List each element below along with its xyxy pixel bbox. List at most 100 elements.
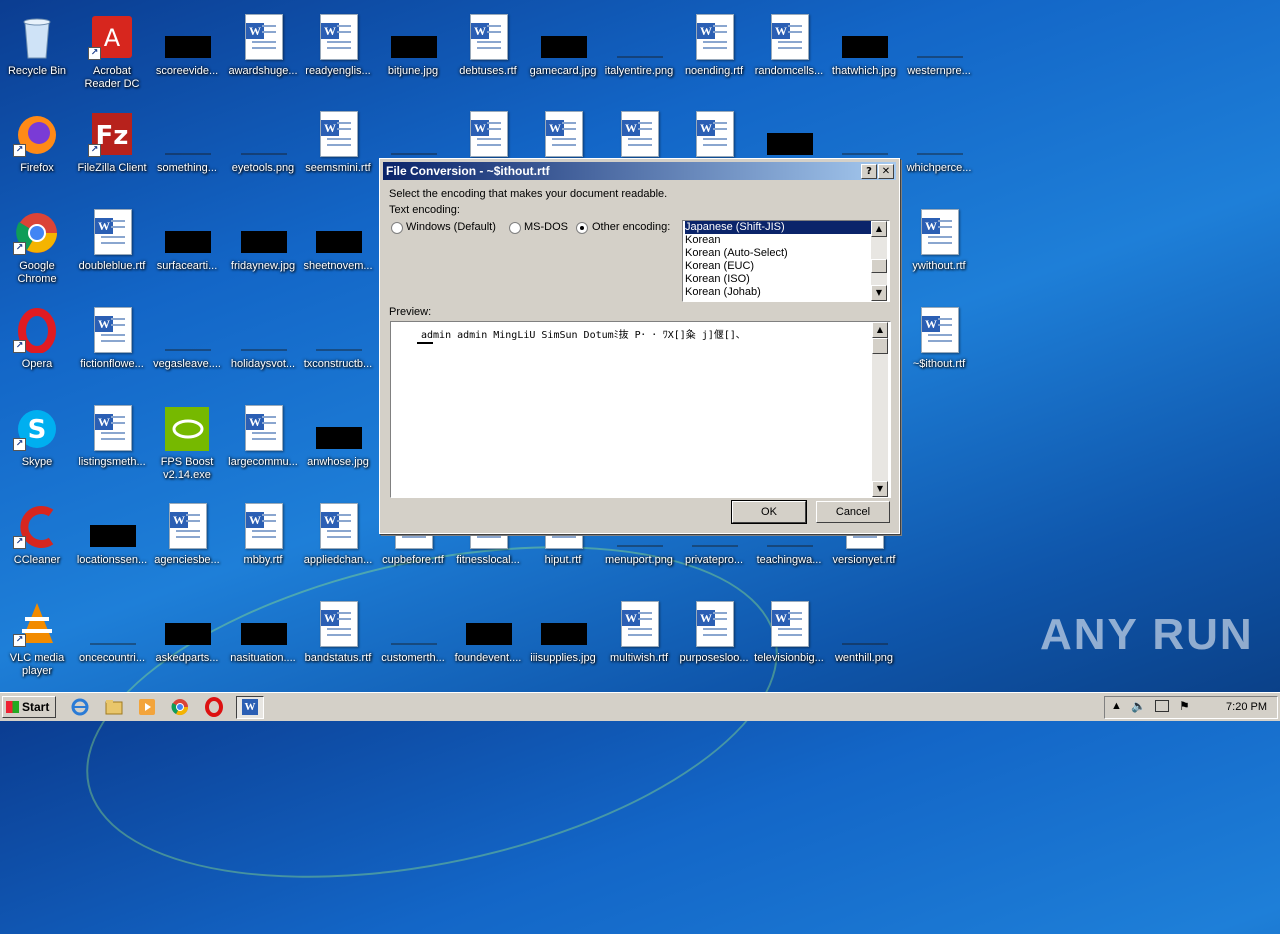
scroll-thumb[interactable] <box>871 259 887 273</box>
desktop-icon[interactable]: Wrandomcells... <box>752 8 826 104</box>
encoding-option[interactable]: Korean (Auto-Select) <box>685 247 871 260</box>
desktop-icon-label: Google Chrome <box>17 260 57 285</box>
desktop-icon[interactable]: sheetnovem... <box>301 203 375 299</box>
encoding-scrollbar[interactable]: ▲ ▼ <box>871 221 887 301</box>
desktop-icon[interactable]: vegasleave.... <box>150 301 224 397</box>
scroll-up-icon[interactable]: ▲ <box>871 221 887 237</box>
desktop-icon[interactable]: nasituation.... <box>226 595 300 691</box>
desktop-icon[interactable]: surfacearti... <box>150 203 224 299</box>
scroll-down-icon[interactable]: ▼ <box>872 481 888 497</box>
desktop-icon[interactable]: thatwhich.jpg <box>827 8 901 104</box>
dialog-titlebar[interactable]: File Conversion - ~$ithout.rtf ? ✕ <box>383 162 896 180</box>
scroll-up-icon[interactable]: ▲ <box>872 322 888 338</box>
desktop-icon[interactable]: A ↗ Acrobat Reader DC <box>75 8 149 104</box>
desktop-icon[interactable]: something... <box>150 105 224 201</box>
desktop-icon[interactable]: Wdoubleblue.rtf <box>75 203 149 299</box>
ok-button[interactable]: OK <box>731 500 807 524</box>
encoding-option[interactable]: Korean <box>685 234 871 247</box>
desktop-icon[interactable]: Wlistingsmeth... <box>75 399 149 495</box>
desktop-icon[interactable]: Wawardshuge... <box>226 8 300 104</box>
desktop-icon-label: privatepro... <box>684 554 744 566</box>
desktop-icon[interactable]: italyentire.png <box>602 8 676 104</box>
desktop-icon[interactable]: gamecard.jpg <box>526 8 600 104</box>
word-taskbar-button[interactable]: W <box>236 696 264 719</box>
desktop-icon[interactable]: anwhose.jpg <box>301 399 375 495</box>
network-icon[interactable] <box>1155 700 1169 712</box>
desktop-icon-label: hiput.rtf <box>544 554 582 566</box>
desktop-icon[interactable]: Wpurposesloo... <box>677 595 751 691</box>
desktop-icon[interactable]: Wdebtuses.rtf <box>451 8 525 104</box>
opera-icon[interactable] <box>204 697 224 717</box>
desktop-icon[interactable]: ↗ Google Chrome <box>0 203 74 299</box>
desktop-icon[interactable]: Wmbby.rtf <box>226 497 300 593</box>
desktop-icon[interactable]: Wlargecommu... <box>226 399 300 495</box>
ie-icon[interactable] <box>70 697 90 717</box>
desktop-icon[interactable]: ↗ Opera <box>0 301 74 397</box>
action-center-flag-icon[interactable]: ⚑ <box>1179 699 1190 713</box>
desktop-icon[interactable]: westernpre... <box>902 8 976 104</box>
media-player-icon[interactable] <box>137 697 157 717</box>
desktop-icon[interactable]: ↗ VLC media player <box>0 595 74 691</box>
explorer-icon[interactable] <box>104 697 124 717</box>
radio-ms-dos[interactable] <box>509 222 521 234</box>
scroll-thumb[interactable] <box>872 338 888 354</box>
preview-scrollbar[interactable]: ▲ ▼ <box>872 322 888 497</box>
desktop-icon[interactable]: askedparts... <box>150 595 224 691</box>
shortcut-arrow-icon: ↗ <box>13 438 26 451</box>
desktop-icon[interactable]: foundevent.... <box>451 595 525 691</box>
desktop-icon[interactable]: scoreevide... <box>150 8 224 104</box>
desktop-icon[interactable]: locationssen... <box>75 497 149 593</box>
clock[interactable]: 7:20 PM <box>1226 701 1267 713</box>
desktop-icon[interactable]: Wywithout.rtf <box>902 203 976 299</box>
desktop-icon[interactable]: holidaysvot... <box>226 301 300 397</box>
desktop-icon[interactable]: bitjune.jpg <box>376 8 450 104</box>
desktop-icon[interactable]: Wagenciesbe... <box>150 497 224 593</box>
desktop-icon[interactable]: wenthill.png <box>827 595 901 691</box>
scroll-down-icon[interactable]: ▼ <box>871 285 887 301</box>
image-thumbnail-icon <box>165 14 211 60</box>
desktop-icon[interactable]: Wtelevisionbig... <box>752 595 826 691</box>
desktop-icon[interactable]: Wbandstatus.rtf <box>301 595 375 691</box>
show-hidden-icons-icon[interactable]: ▲ <box>1111 700 1122 712</box>
desktop-icon[interactable]: oncecountri... <box>75 595 149 691</box>
encoding-option[interactable]: Korean (ISO) <box>685 273 871 286</box>
close-button[interactable]: ✕ <box>878 164 894 179</box>
start-button[interactable]: Start <box>2 696 56 718</box>
desktop-icon[interactable]: eyetools.png <box>226 105 300 201</box>
preview-pane[interactable]: admin admin MingLiU SimSun Dotumﾐ抜 P･ ･ … <box>390 321 891 498</box>
volume-icon[interactable]: 🔈 <box>1131 699 1146 713</box>
radio-other-encoding[interactable] <box>576 222 588 234</box>
cancel-button[interactable]: Cancel <box>816 501 890 523</box>
instruction-text: Select the encoding that makes your docu… <box>389 188 668 200</box>
desktop-icon[interactable]: ↗ CCleaner <box>0 497 74 593</box>
desktop-icon[interactable]: Wnoending.rtf <box>677 8 751 104</box>
encoding-option[interactable]: Japanese (Shift-JIS) <box>685 221 871 234</box>
chrome-icon[interactable] <box>170 697 190 717</box>
desktop-icon[interactable]: Wappliedchan... <box>301 497 375 593</box>
desktop-icon[interactable]: ↗ Firefox <box>0 105 74 201</box>
desktop-icon[interactable]: Wseemsmini.rtf <box>301 105 375 201</box>
desktop-icon[interactable]: Wfictionflowe... <box>75 301 149 397</box>
encoding-option[interactable]: Korean (Johab) <box>685 286 871 299</box>
desktop-icon[interactable]: Fz ↗ FileZilla Client <box>75 105 149 201</box>
desktop-icon-label: bitjune.jpg <box>387 65 439 77</box>
encoding-listbox[interactable]: Japanese (Shift-JIS) Korean Korean (Auto… <box>682 220 890 302</box>
desktop-icon[interactable]: fridaynew.jpg <box>226 203 300 299</box>
encoding-option[interactable]: Korean (EUC) <box>685 260 871 273</box>
help-button[interactable]: ? <box>861 164 877 179</box>
desktop-icon-label: customerth... <box>381 652 445 664</box>
radio-windows-default[interactable] <box>391 222 403 234</box>
desktop-icon[interactable]: FPS Boost v2.14.exe <box>150 399 224 495</box>
desktop-icon[interactable]: txconstructb... <box>301 301 375 397</box>
desktop-icon-label: fictionflowe... <box>80 358 144 370</box>
desktop-icon[interactable]: S ↗ Skype <box>0 399 74 495</box>
desktop-icon[interactable]: Recycle Bin <box>0 8 74 104</box>
desktop-icon[interactable]: iiisupplies.jpg <box>526 595 600 691</box>
desktop-icon[interactable]: Wreadyenglis... <box>301 8 375 104</box>
desktop-icon[interactable]: customerth... <box>376 595 450 691</box>
desktop-icon[interactable]: Wmultiwish.rtf <box>602 595 676 691</box>
desktop-icon[interactable]: whichperce... <box>902 105 976 201</box>
desktop-icon[interactable]: W ~$ithout.rtf <box>902 301 976 397</box>
shortcut-arrow-icon: ↗ <box>13 144 26 157</box>
image-thumbnail-icon <box>241 111 287 157</box>
